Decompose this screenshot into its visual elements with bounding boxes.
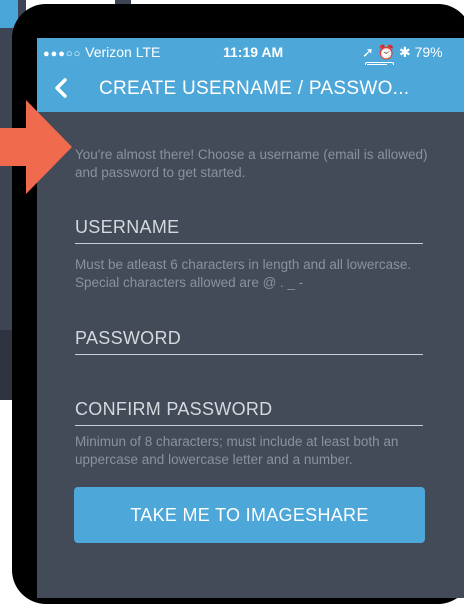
confirm-password-label: CONFIRM PASSWORD — [75, 399, 273, 419]
back-button[interactable] — [47, 75, 77, 101]
password-requirements-hint: Minimun of 8 characters; must include at… — [75, 434, 399, 467]
username-label: USERNAME — [75, 217, 180, 237]
username-hint: Must be atleast 6 characters in length a… — [75, 257, 412, 290]
password-field[interactable]: PASSWORD — [75, 326, 423, 355]
location-arrow-icon: ➚ — [362, 44, 374, 60]
status-bar: ●●●○○ Verizon LTE 11:19 AM ➚ ⏰ ✱ 79% — [37, 38, 464, 75]
chevron-left-icon — [55, 78, 67, 98]
phone-frame: ●●●○○ Verizon LTE 11:19 AM ➚ ⏰ ✱ 79% CRE… — [12, 4, 464, 604]
username-field[interactable]: USERNAME — [75, 215, 423, 244]
intro-text: You're almost there! Choose a username (… — [75, 147, 428, 180]
app-screen: ●●●○○ Verizon LTE 11:19 AM ➚ ⏰ ✱ 79% CRE… — [37, 38, 464, 598]
nav-bar: CREATE USERNAME / PASSWO... — [37, 65, 464, 112]
alarm-icon: ⏰ — [377, 44, 396, 60]
page-title: CREATE USERNAME / PASSWO... — [99, 78, 410, 99]
take-me-to-imageshare-button[interactable]: TAKE ME TO IMAGESHARE — [74, 487, 425, 543]
carrier-name: Verizon — [85, 44, 132, 60]
signal-dots-icon: ●●●○○ — [43, 48, 82, 60]
bluetooth-icon: ✱ — [398, 44, 411, 60]
confirm-password-field[interactable]: CONFIRM PASSWORD — [75, 397, 423, 426]
annotation-arrow-icon — [0, 100, 72, 194]
carrier-info: ●●●○○ Verizon LTE — [43, 44, 160, 60]
password-label: PASSWORD — [75, 328, 182, 348]
status-time: 11:19 AM — [223, 44, 284, 60]
network-type: LTE — [135, 44, 161, 60]
battery-percent: 79% — [414, 44, 443, 60]
